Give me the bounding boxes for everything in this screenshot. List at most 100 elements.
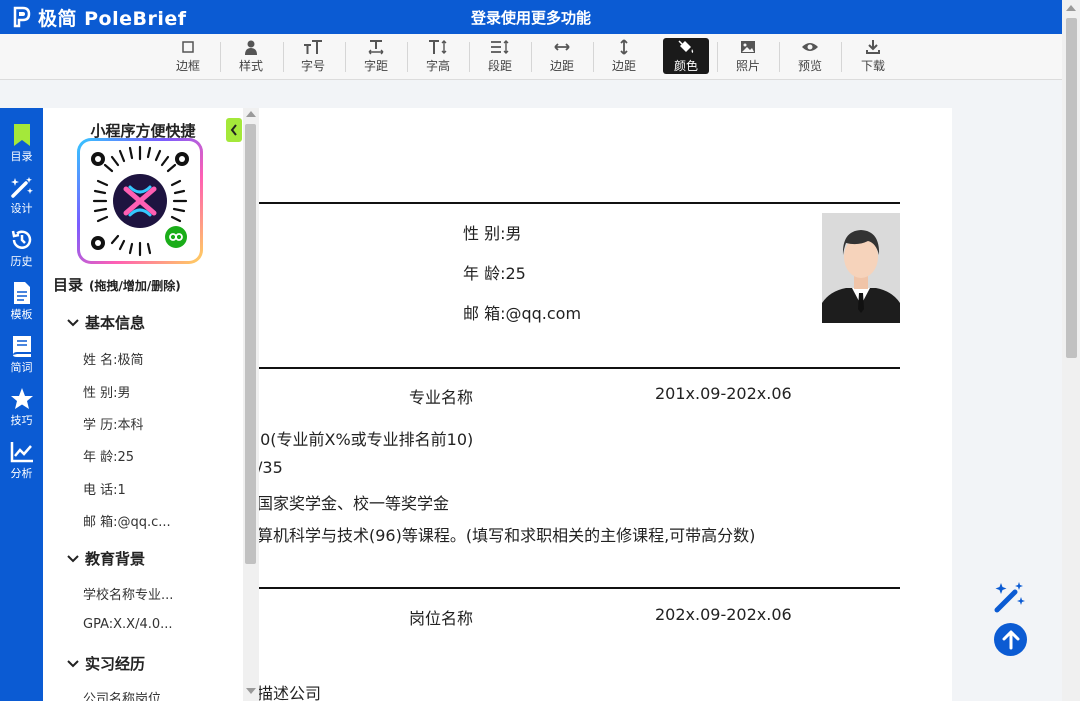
tool-letter-spacing-button[interactable]: 字距: [353, 38, 399, 74]
scroll-up-arrow[interactable]: [246, 111, 256, 117]
line-height-icon: [428, 38, 448, 56]
tool-label: 字高: [425, 59, 450, 73]
toc-item[interactable]: 公司名称岗位...: [83, 688, 173, 701]
tool-label: 照片: [735, 59, 760, 73]
ai-magic-button[interactable]: [992, 579, 1028, 615]
tool-color-button[interactable]: 颜色: [663, 38, 709, 74]
resume-email[interactable]: 邮 箱:@qq.com: [463, 300, 581, 324]
tool-label: 字号: [300, 59, 325, 73]
tool-border-button[interactable]: 边框: [165, 38, 211, 74]
horizontal-margin-icon: [553, 38, 571, 56]
star-icon: [10, 386, 34, 412]
bookmark-icon: [12, 122, 32, 148]
job-date[interactable]: 202x.09-202x.06: [655, 605, 792, 624]
letter-spacing-icon: [367, 38, 385, 56]
toc-item[interactable]: 年 龄:25: [83, 446, 134, 465]
toolbar-divider: [841, 42, 842, 72]
toc-section-internship[interactable]: 实习经历: [67, 653, 145, 674]
toolbar-divider: [220, 42, 221, 72]
tool-preview-button[interactable]: 预览: [787, 38, 833, 74]
sidebar-scroll-thumb[interactable]: [245, 124, 256, 564]
toc-section-basic-info[interactable]: 基本信息: [67, 312, 145, 333]
toc-section-education[interactable]: 教育背景: [67, 548, 145, 569]
tool-label: 边框: [175, 59, 200, 73]
toolbar: 边框 样式 字号 字距 字高 段距 边距 边距 颜色 照片 预览 下载: [0, 34, 1062, 80]
tool-label: 边距: [611, 59, 636, 73]
toc-item[interactable]: 学 历:本科: [83, 414, 144, 433]
job-description[interactable]: 描述公司: [259, 680, 321, 701]
rail-item-design[interactable]: 设计: [0, 174, 43, 224]
toolbar-divider: [469, 42, 470, 72]
tool-label: 样式: [238, 59, 263, 73]
resume-gender[interactable]: 性 别:男: [463, 220, 521, 244]
toc-title: 目录 (拖拽/增加/删除): [53, 274, 181, 295]
eye-icon: [801, 38, 819, 56]
miniprogram-qr-code: [77, 138, 203, 264]
toolbar-divider: [531, 42, 532, 72]
arrow-up-icon: [1002, 630, 1019, 649]
tool-label: 段距: [487, 59, 512, 73]
tool-style-button[interactable]: 样式: [228, 38, 274, 74]
toc-item[interactable]: 学校名称专业...: [83, 584, 173, 603]
tool-download-button[interactable]: 下载: [850, 38, 896, 74]
document-icon: [12, 280, 32, 306]
edu-date[interactable]: 201x.09-202x.06: [655, 384, 792, 403]
collapse-sidebar-button[interactable]: [226, 118, 242, 142]
tool-label: 字距: [363, 59, 388, 73]
person-icon: [243, 38, 259, 56]
vertical-margin-icon: [618, 38, 630, 56]
toc-section-title: 基本信息: [85, 314, 146, 332]
back-to-top-button[interactable]: [994, 623, 1027, 656]
magic-wand-icon: [10, 174, 34, 200]
magic-wand-icon: [994, 582, 1025, 613]
resume-page: 性 别:男 年 龄:25 邮 箱:@qq.com 专业名称 201x.09-20…: [259, 108, 952, 701]
toc-item[interactable]: GPA:X.X/4.0...: [83, 617, 173, 632]
scroll-down-arrow[interactable]: [246, 688, 256, 694]
chevron-down-icon: [67, 554, 79, 562]
job-title[interactable]: 岗位名称: [409, 605, 473, 629]
rail-label: 分析: [10, 467, 33, 480]
tool-horizontal-margin-button[interactable]: 边距: [539, 38, 585, 74]
tool-vertical-margin-button[interactable]: 边距: [601, 38, 647, 74]
rail-item-history[interactable]: 历史: [0, 227, 43, 277]
scroll-up-arrow[interactable]: [1066, 5, 1076, 11]
rail-item-template[interactable]: 模板: [0, 280, 43, 330]
border-icon: [181, 38, 195, 56]
toolbar-divider: [717, 42, 718, 72]
rail-item-toc[interactable]: 目录: [0, 122, 43, 172]
edu-rank-line[interactable]: /35: [259, 458, 283, 477]
toc-item[interactable]: 姓 名:极简: [83, 349, 144, 368]
toolbar-divider: [283, 42, 284, 72]
history-icon: [10, 227, 34, 253]
login-link[interactable]: 登录使用更多功能: [0, 7, 1062, 28]
toc-section-title: 教育背景: [85, 550, 146, 568]
toolbar-divider: [407, 42, 408, 72]
edu-major[interactable]: 专业名称: [409, 384, 473, 408]
chevron-down-icon: [67, 318, 79, 326]
edu-gpa-line[interactable]: .0(专业前X%或专业排名前10): [259, 426, 473, 450]
rail-item-phrases[interactable]: 简词: [0, 333, 43, 383]
profile-photo[interactable]: [822, 213, 900, 323]
window-scroll-thumb[interactable]: [1066, 18, 1077, 358]
toc-hint: (拖拽/增加/删除): [89, 279, 181, 293]
rail-label: 模板: [10, 308, 33, 321]
edu-courses-line[interactable]: 算机科学与技术(96)等课程。(填写和求职相关的主修课程,可带高分数): [259, 522, 755, 546]
edu-awards-line[interactable]: 国家奖学金、校一等奖学金: [259, 490, 449, 514]
rail-label: 简词: [10, 361, 33, 374]
tool-font-size-button[interactable]: 字号: [290, 38, 336, 74]
rail-label: 设计: [10, 202, 33, 215]
rail-item-analysis[interactable]: 分析: [0, 439, 43, 489]
toc-item[interactable]: 邮 箱:@qq.c...: [83, 511, 171, 530]
rail-label: 目录: [10, 150, 33, 163]
toolbar-divider: [345, 42, 346, 72]
toc-item[interactable]: 性 别:男: [83, 382, 131, 401]
rail-label: 历史: [10, 255, 33, 268]
tool-photo-button[interactable]: 照片: [725, 38, 771, 74]
chevron-down-icon: [67, 659, 79, 667]
tool-paragraph-spacing-button[interactable]: 段距: [477, 38, 523, 74]
rail-item-tips[interactable]: 技巧: [0, 386, 43, 436]
toc-section-title: 实习经历: [85, 655, 146, 673]
toc-item[interactable]: 电 话:1: [83, 479, 126, 498]
tool-line-height-button[interactable]: 字高: [415, 38, 461, 74]
resume-age[interactable]: 年 龄:25: [463, 260, 526, 284]
